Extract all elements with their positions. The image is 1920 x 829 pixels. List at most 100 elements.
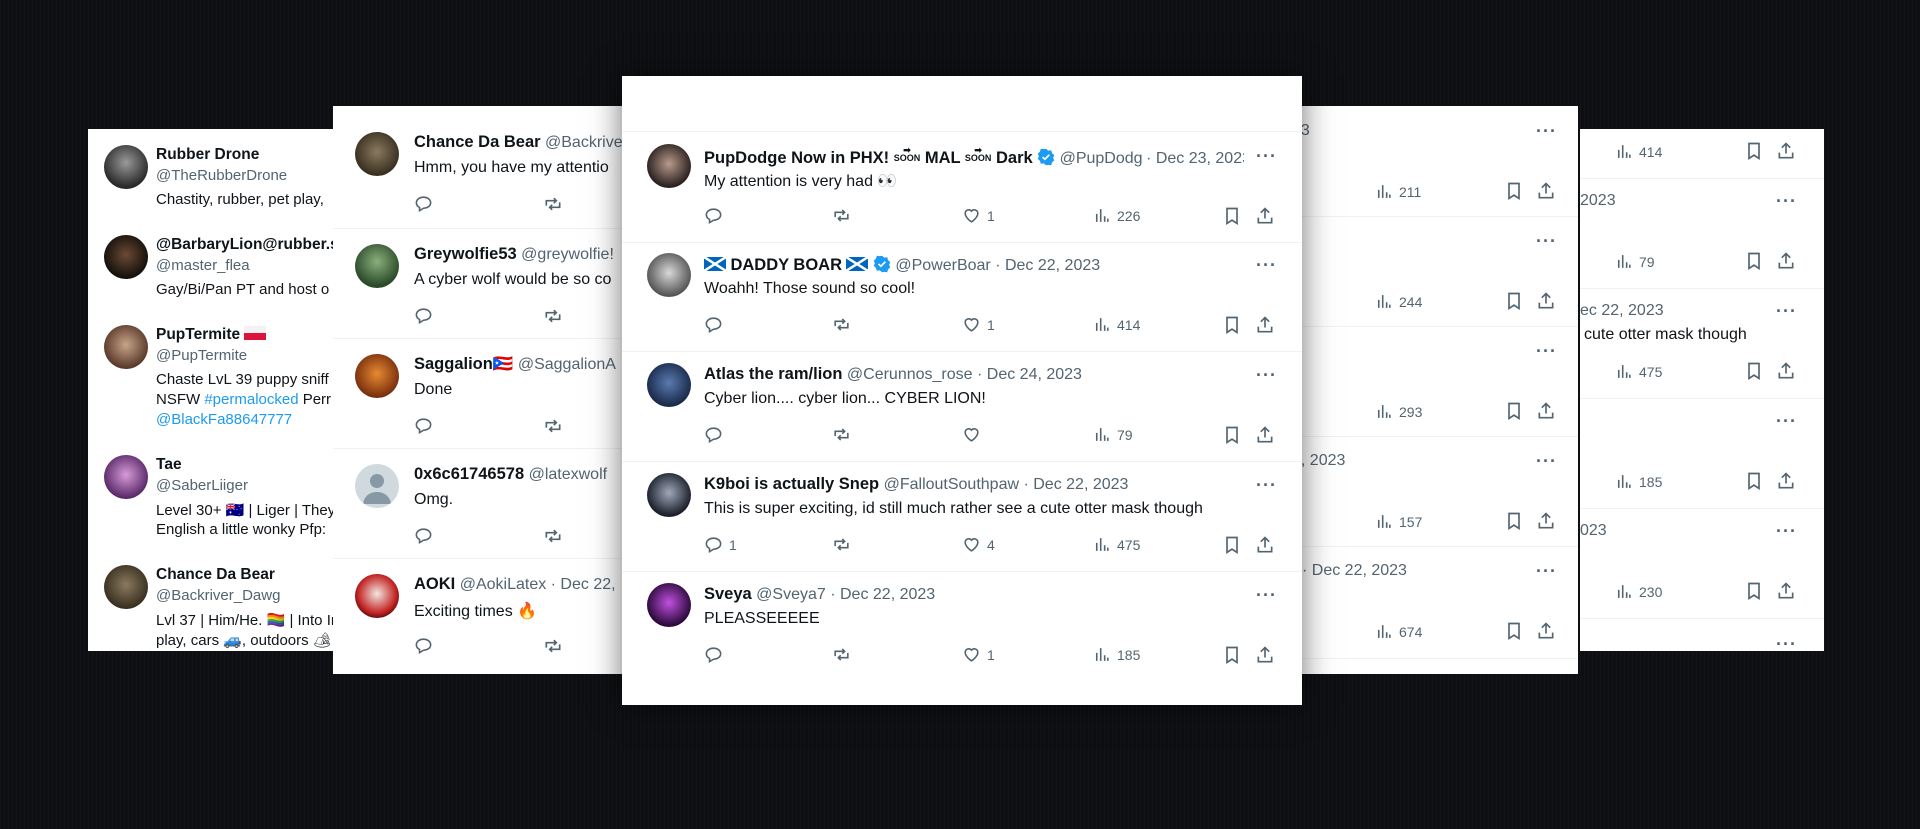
more-icon[interactable]: ···	[1536, 342, 1557, 360]
avatar[interactable]	[647, 473, 691, 517]
share-icon[interactable]	[1255, 535, 1275, 555]
more-icon[interactable]: ···	[1776, 412, 1797, 430]
bookmark-icon[interactable]	[1222, 315, 1242, 335]
avatar[interactable]	[647, 253, 691, 297]
tweet-row-partial[interactable]: 023 ··· 230	[1580, 508, 1824, 619]
author-handle[interactable]: @greywolfie!	[521, 246, 614, 263]
avatar[interactable]	[104, 325, 148, 369]
share-icon[interactable]	[1776, 471, 1796, 491]
tweet-date[interactable]: · Dec 23, 2023	[1146, 150, 1244, 167]
tweet-row[interactable]: Greywolfie53 @greywolfie! A cyber wolf w…	[333, 228, 653, 339]
views-button[interactable]: 79	[1092, 425, 1133, 444]
hashtag-link[interactable]: #permalocked	[204, 391, 298, 408]
like-button[interactable]: 1	[962, 206, 995, 225]
more-icon[interactable]: ···	[1536, 562, 1557, 580]
author-handle[interactable]: @Sveya7 · Dec 22, 2023	[756, 586, 935, 603]
user-handle[interactable]: @Backriver_Dawg	[156, 587, 280, 604]
author-handle[interactable]: @Backrive	[545, 134, 623, 151]
avatar-default[interactable]	[355, 464, 399, 508]
bookmark-icon[interactable]	[1222, 425, 1242, 445]
more-icon[interactable]: ···	[1256, 256, 1277, 274]
views-button[interactable]: 185	[1092, 645, 1140, 664]
author-handle[interactable]: @FalloutSouthpaw · Dec 22, 2023	[884, 476, 1129, 493]
views-button[interactable]: 414	[1614, 142, 1662, 161]
tweet-row[interactable]: K9boi is actually Snep @FalloutSouthpaw …	[622, 461, 1302, 572]
views-button[interactable]: 211	[1374, 182, 1421, 201]
verified-badge-icon[interactable]	[1037, 148, 1055, 166]
more-icon[interactable]: ···	[1256, 366, 1277, 384]
reply-icon[interactable]	[414, 636, 433, 655]
like-button[interactable]	[962, 425, 987, 444]
share-icon[interactable]	[1536, 401, 1556, 421]
reply-icon[interactable]	[414, 416, 433, 435]
reply-button[interactable]	[704, 315, 729, 334]
reply-icon[interactable]	[414, 194, 433, 213]
avatar[interactable]	[647, 144, 691, 188]
avatar[interactable]	[647, 363, 691, 407]
repost-button[interactable]	[832, 206, 851, 225]
more-icon[interactable]: ···	[1536, 232, 1557, 250]
author-name[interactable]: Chance Da Bear	[414, 133, 541, 151]
author-handle[interactable]: @latexwolf	[529, 466, 608, 483]
reply-icon[interactable]	[414, 526, 433, 545]
like-button[interactable]: 4	[962, 535, 995, 554]
tweet-row-partial[interactable]: 23 ··· 211	[1270, 106, 1578, 217]
author-name[interactable]: K9boi is actually Snep	[704, 475, 879, 493]
reply-button[interactable]	[704, 206, 729, 225]
bookmark-icon[interactable]	[1744, 361, 1764, 381]
tweet-row[interactable]: Sveya @Sveya7 · Dec 22, 2023 ··· PLEASSE…	[622, 571, 1302, 681]
user-name[interactable]: @BarbaryLion@rubber.so	[156, 236, 348, 254]
bookmark-icon[interactable]	[1504, 291, 1524, 311]
share-icon[interactable]	[1536, 511, 1556, 531]
views-button[interactable]: 475	[1092, 535, 1140, 554]
more-icon[interactable]: ···	[1776, 522, 1797, 540]
author-handle[interactable]: @Cerunnos_rose · Dec 24, 2023	[847, 366, 1082, 383]
share-icon[interactable]	[1255, 425, 1275, 445]
more-icon[interactable]: ···	[1536, 452, 1557, 470]
tweet-row[interactable]: Saggalion🇵🇷 @SaggalionA Done	[333, 338, 653, 449]
share-icon[interactable]	[1255, 206, 1275, 226]
tweet-row[interactable]: Chance Da Bear @Backrive Hmm, you have m…	[333, 106, 653, 229]
more-icon[interactable]: ···	[1536, 122, 1557, 140]
author-handle[interactable]: @PupDodg	[1060, 150, 1142, 168]
avatar[interactable]	[355, 574, 399, 618]
avatar[interactable]	[647, 583, 691, 627]
author-handle[interactable]: @SaggalionA	[518, 356, 616, 373]
avatar[interactable]	[104, 455, 148, 499]
bookmark-icon[interactable]	[1504, 401, 1524, 421]
repost-icon[interactable]	[543, 306, 563, 326]
author-name[interactable]: Atlas the ram/lion	[704, 365, 842, 383]
avatar[interactable]	[104, 145, 148, 189]
repost-button[interactable]	[832, 535, 851, 554]
reply-button[interactable]	[704, 645, 729, 664]
bookmark-icon[interactable]	[1744, 471, 1764, 491]
mention-link[interactable]: @BlackFa88647777	[156, 411, 292, 428]
user-handle[interactable]: @SaberLiiger	[156, 477, 248, 494]
tweet-row[interactable]: DADDY BOAR @PowerBoar · Dec 22, 2023 ···…	[622, 241, 1302, 352]
bookmark-icon[interactable]	[1504, 621, 1524, 641]
bookmark-icon[interactable]	[1744, 251, 1764, 271]
share-icon[interactable]	[1255, 315, 1275, 335]
bookmark-icon[interactable]	[1222, 645, 1242, 665]
tweet-row-partial[interactable]: · Dec 22, 2023 ··· 674	[1270, 546, 1578, 659]
author-name[interactable]: Sveya	[704, 585, 752, 603]
user-name[interactable]: Rubber Drone	[156, 146, 259, 164]
repost-icon[interactable]	[543, 194, 563, 214]
share-icon[interactable]	[1776, 581, 1796, 601]
author-name[interactable]: PupDodge Now in PHX! ➡ SOON MAL ➡ SOON Dar…	[704, 146, 1033, 167]
bookmark-icon[interactable]	[1744, 141, 1764, 161]
views-button[interactable]: 226	[1092, 206, 1140, 225]
user-name[interactable]: Tae	[156, 456, 182, 474]
more-icon[interactable]: ···	[1776, 192, 1797, 210]
share-icon[interactable]	[1776, 361, 1796, 381]
views-button[interactable]: 244	[1374, 292, 1422, 311]
views-button[interactable]: 475	[1614, 362, 1662, 381]
views-button[interactable]: 185	[1614, 472, 1662, 491]
avatar[interactable]	[355, 354, 399, 398]
views-button[interactable]: 230	[1614, 582, 1662, 601]
verified-badge-icon[interactable]	[873, 255, 891, 273]
share-icon[interactable]	[1255, 645, 1275, 665]
share-icon[interactable]	[1536, 181, 1556, 201]
tweet-row-partial[interactable]: 414	[1580, 129, 1824, 179]
tweet-row-partial[interactable]: 3 ··· 244	[1270, 216, 1578, 327]
